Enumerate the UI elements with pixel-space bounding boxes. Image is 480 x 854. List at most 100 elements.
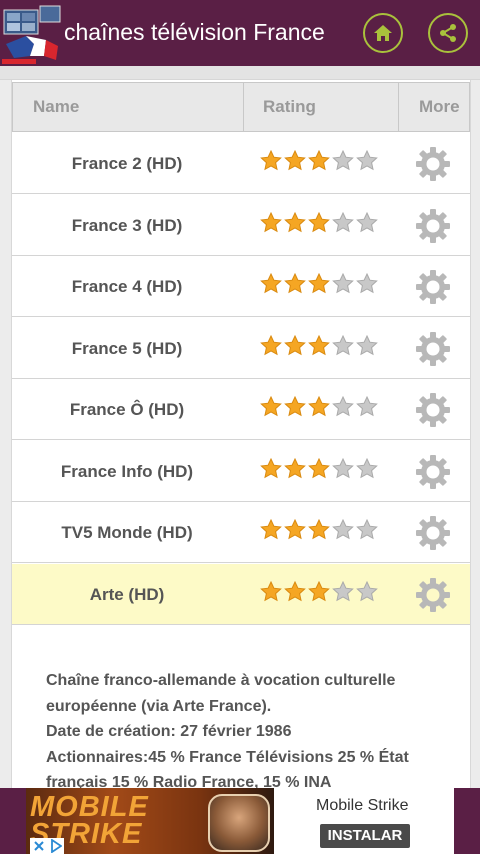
channel-name[interactable]: TV5 Monde (HD) bbox=[12, 502, 242, 563]
channel-row[interactable]: TV5 Monde (HD) bbox=[12, 502, 470, 563]
header-divider bbox=[243, 83, 244, 131]
rating-stars[interactable] bbox=[260, 211, 380, 234]
channel-row[interactable]: France 2 (HD) bbox=[12, 133, 470, 194]
star-filled-icon[interactable] bbox=[260, 211, 282, 234]
app-title: chaînes télévision France bbox=[64, 19, 325, 45]
star-empty-icon[interactable] bbox=[332, 519, 354, 541]
header-divider bbox=[398, 83, 399, 131]
rating-stars[interactable] bbox=[260, 396, 380, 418]
star-empty-icon[interactable] bbox=[332, 334, 354, 357]
star-filled-icon[interactable] bbox=[260, 580, 282, 603]
ad-game-icon bbox=[208, 794, 270, 852]
channel-name[interactable]: France Info (HD) bbox=[12, 441, 242, 502]
channel-name[interactable]: Arte (HD) bbox=[12, 564, 242, 625]
description-line: Date de création: 27 février 1986 bbox=[46, 723, 292, 740]
channel-row[interactable]: France 3 (HD) bbox=[12, 194, 470, 256]
gear-icon[interactable] bbox=[414, 330, 452, 373]
star-empty-icon[interactable] bbox=[356, 273, 378, 295]
ad-choices-icon[interactable] bbox=[33, 840, 45, 852]
star-empty-icon[interactable] bbox=[356, 211, 378, 234]
header-name[interactable]: Name bbox=[33, 83, 79, 131]
star-filled-icon[interactable] bbox=[308, 150, 330, 172]
star-empty-icon[interactable] bbox=[332, 211, 354, 234]
star-empty-icon[interactable] bbox=[356, 334, 378, 357]
header-more[interactable]: More bbox=[419, 83, 460, 131]
description-line: européenne (via Arte France). bbox=[46, 697, 272, 715]
gear-icon[interactable] bbox=[414, 576, 452, 619]
ad-install-button[interactable]: INSTALAR bbox=[320, 824, 410, 848]
home-icon bbox=[374, 25, 392, 41]
star-filled-icon[interactable] bbox=[284, 580, 306, 603]
ad-title[interactable]: Mobile Strike bbox=[316, 797, 408, 815]
channel-row[interactable]: France Info (HD) bbox=[12, 440, 470, 502]
gear-icon[interactable] bbox=[414, 391, 452, 434]
star-filled-icon[interactable] bbox=[260, 519, 282, 541]
star-filled-icon[interactable] bbox=[260, 396, 282, 418]
star-empty-icon[interactable] bbox=[332, 580, 354, 603]
ad-choices[interactable] bbox=[30, 838, 64, 854]
ad-banner[interactable]: MOBILE STRIKE Mobile Strike INSTALAR bbox=[0, 788, 480, 854]
channel-name[interactable]: France 5 (HD) bbox=[12, 318, 242, 379]
star-empty-icon[interactable] bbox=[356, 519, 378, 541]
star-empty-icon[interactable] bbox=[356, 580, 378, 603]
ad-content[interactable]: MOBILE STRIKE Mobile Strike INSTALAR bbox=[26, 788, 454, 854]
star-filled-icon[interactable] bbox=[284, 457, 306, 480]
star-filled-icon[interactable] bbox=[284, 150, 306, 172]
gear-icon[interactable] bbox=[414, 207, 452, 250]
star-filled-icon[interactable] bbox=[308, 519, 330, 541]
star-empty-icon[interactable] bbox=[332, 457, 354, 480]
star-filled-icon[interactable] bbox=[260, 273, 282, 295]
home-button[interactable] bbox=[363, 13, 403, 53]
star-filled-icon[interactable] bbox=[308, 211, 330, 234]
star-filled-icon[interactable] bbox=[308, 580, 330, 603]
rating-stars[interactable] bbox=[260, 457, 380, 480]
channel-row[interactable]: France 5 (HD) bbox=[12, 317, 470, 379]
star-filled-icon[interactable] bbox=[308, 273, 330, 295]
star-empty-icon[interactable] bbox=[332, 273, 354, 295]
channel-card: Name Rating More France 2 (HD) France 3 (… bbox=[11, 80, 471, 788]
star-filled-icon[interactable] bbox=[308, 396, 330, 418]
header-rating[interactable]: Rating bbox=[263, 83, 316, 131]
star-filled-icon[interactable] bbox=[308, 457, 330, 480]
star-empty-icon[interactable] bbox=[356, 396, 378, 418]
star-filled-icon[interactable] bbox=[284, 519, 306, 541]
description-line: Chaîne franco-allemande à vocation cultu… bbox=[46, 672, 396, 689]
rating-stars[interactable] bbox=[260, 273, 380, 295]
description-line: français 15 % Radio France, 15 % INA bbox=[46, 774, 332, 788]
description-line: Actionnaires:45 % France Télévisions 25 … bbox=[46, 748, 409, 766]
star-filled-icon[interactable] bbox=[284, 396, 306, 418]
gear-icon[interactable] bbox=[414, 268, 452, 311]
star-filled-icon[interactable] bbox=[260, 150, 282, 172]
appbar-shadow bbox=[0, 66, 480, 80]
tv-flag-logo-icon bbox=[0, 4, 62, 64]
gear-icon[interactable] bbox=[414, 145, 452, 188]
star-filled-icon[interactable] bbox=[260, 457, 282, 480]
ad-info-icon[interactable] bbox=[50, 839, 62, 853]
share-icon bbox=[440, 24, 456, 42]
channel-row[interactable]: France 4 (HD) bbox=[12, 256, 470, 317]
channel-name[interactable]: France 3 (HD) bbox=[12, 195, 242, 256]
star-filled-icon[interactable] bbox=[284, 211, 306, 234]
channel-name[interactable]: France 2 (HD) bbox=[12, 133, 242, 194]
star-empty-icon[interactable] bbox=[332, 150, 354, 172]
gear-icon[interactable] bbox=[414, 514, 452, 557]
table-header: Name Rating More bbox=[12, 82, 470, 132]
gear-icon[interactable] bbox=[414, 453, 452, 496]
star-filled-icon[interactable] bbox=[284, 273, 306, 295]
app-bar: chaînes télévision France bbox=[0, 0, 480, 66]
rating-stars[interactable] bbox=[260, 580, 380, 603]
star-filled-icon[interactable] bbox=[284, 334, 306, 357]
channel-row[interactable]: France Ô (HD) bbox=[12, 379, 470, 440]
rating-stars[interactable] bbox=[260, 334, 380, 357]
star-filled-icon[interactable] bbox=[308, 334, 330, 357]
channel-name[interactable]: France Ô (HD) bbox=[12, 379, 242, 440]
channel-row[interactable]: Arte (HD) bbox=[12, 563, 470, 625]
star-empty-icon[interactable] bbox=[356, 457, 378, 480]
star-empty-icon[interactable] bbox=[332, 396, 354, 418]
rating-stars[interactable] bbox=[260, 150, 380, 172]
channel-name[interactable]: France 4 (HD) bbox=[12, 256, 242, 317]
star-empty-icon[interactable] bbox=[356, 150, 378, 172]
share-button[interactable] bbox=[428, 13, 468, 53]
rating-stars[interactable] bbox=[260, 519, 380, 541]
star-filled-icon[interactable] bbox=[260, 334, 282, 357]
